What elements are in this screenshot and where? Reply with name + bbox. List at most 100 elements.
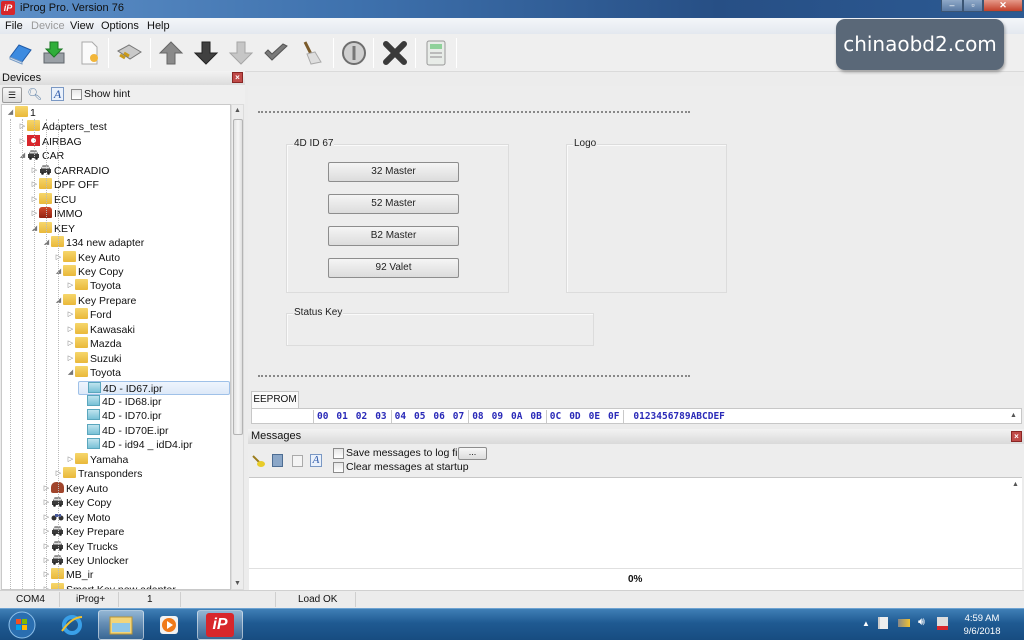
- tree-item[interactable]: ▷ Smart Key new adapter: [42, 582, 176, 589]
- tree-item[interactable]: ◢ Key Copy: [54, 264, 124, 279]
- tree-item[interactable]: ▷ Transponders: [54, 467, 142, 481]
- taskbar-media-player[interactable]: [151, 610, 187, 640]
- menu-options[interactable]: Options: [101, 20, 139, 32]
- action-center-icon[interactable]: [878, 617, 888, 629]
- tree-item[interactable]: ◢ Key Prepare: [54, 293, 136, 308]
- tree-item[interactable]: ▷ Key Unlocker: [42, 554, 129, 568]
- scroll-up-arrow[interactable]: ▲: [1008, 412, 1019, 419]
- network-icon[interactable]: [898, 619, 910, 627]
- scroll-up-arrow[interactable]: ▲: [1010, 481, 1021, 488]
- tree-item[interactable]: ▷ Adapters_test: [18, 120, 107, 134]
- tree-item[interactable]: ▷ Suzuki: [66, 351, 122, 366]
- minimize-button[interactable]: –: [941, 0, 963, 12]
- tree-item[interactable]: ▷ DPF OFF: [30, 178, 99, 192]
- info-button[interactable]: [338, 37, 370, 69]
- expand-icon[interactable]: ▷: [66, 308, 75, 322]
- expand-icon[interactable]: ▷: [66, 337, 75, 351]
- clear-at-startup-checkbox[interactable]: [333, 462, 344, 473]
- expand-icon[interactable]: ▷: [66, 323, 75, 337]
- messages-log[interactable]: ▲: [249, 477, 1022, 568]
- menu-view[interactable]: View: [70, 20, 94, 32]
- tree-item[interactable]: 4D - ID70E.ipr: [78, 423, 169, 438]
- button-32-master[interactable]: 32 Master: [328, 162, 459, 182]
- copy-messages-button[interactable]: [292, 455, 303, 467]
- menu-device[interactable]: Device: [31, 20, 65, 32]
- tree-item[interactable]: ▷ Key Prepare: [42, 525, 125, 539]
- tree-item[interactable]: ▷ Key Auto: [54, 250, 120, 265]
- collapse-icon[interactable]: ◢: [6, 106, 15, 120]
- messages-close-button[interactable]: ×: [1011, 431, 1022, 442]
- tree-item[interactable]: ◢ Toyota: [66, 366, 121, 380]
- device-status-icon[interactable]: [937, 617, 948, 630]
- save-to-log-checkbox[interactable]: [333, 448, 344, 459]
- tree-item[interactable]: ▷ Yamaha: [66, 452, 128, 467]
- read-button[interactable]: [190, 37, 222, 69]
- maximize-button[interactable]: ▫: [963, 0, 983, 12]
- tree-view-button[interactable]: ☰: [2, 87, 22, 103]
- taskbar-file-explorer[interactable]: [98, 610, 144, 640]
- scroll-up-arrow[interactable]: ▲: [232, 107, 243, 114]
- font-button[interactable]: A: [310, 454, 322, 467]
- verify-button[interactable]: [260, 37, 292, 69]
- menu-file[interactable]: File: [5, 20, 23, 32]
- tree-item[interactable]: ▷ Key Copy: [42, 496, 112, 510]
- clock[interactable]: 4:59 AM 9/6/2018: [958, 612, 1006, 638]
- expand-icon[interactable]: ▷: [66, 453, 75, 467]
- button-b2-master[interactable]: B2 Master: [328, 226, 459, 246]
- read-disabled-button[interactable]: [225, 37, 257, 69]
- erase-button[interactable]: [295, 37, 327, 69]
- tree-item[interactable]: ▷ Key Trucks: [42, 540, 118, 554]
- collapse-icon[interactable]: ◢: [66, 366, 75, 380]
- open-button[interactable]: [4, 37, 36, 69]
- button-52-master[interactable]: 52 Master: [328, 194, 459, 214]
- volume-icon[interactable]: 🔊︎: [918, 616, 925, 629]
- tree-item[interactable]: ▷ Key Auto: [42, 481, 108, 496]
- taskbar-internet-explorer[interactable]: [54, 610, 90, 640]
- button-92-valet[interactable]: 92 Valet: [328, 258, 459, 278]
- save-messages-button[interactable]: [272, 454, 283, 467]
- font-button[interactable]: A: [51, 87, 64, 101]
- expand-icon[interactable]: ▷: [66, 279, 75, 293]
- calculator-button[interactable]: [420, 37, 452, 69]
- tree-item[interactable]: ▷ AIRBAG: [18, 134, 82, 149]
- save-button[interactable]: [38, 37, 70, 69]
- show-hidden-icons-button[interactable]: ▲: [862, 619, 870, 628]
- devices-close-button[interactable]: ×: [232, 72, 243, 83]
- taskbar-iprog[interactable]: iP: [197, 610, 243, 640]
- tree-item[interactable]: ▷ Toyota: [66, 279, 121, 293]
- arrow-up-icon: [158, 41, 184, 65]
- tree-item[interactable]: 4D - id94 _ idD4.ipr: [78, 438, 192, 452]
- expand-icon[interactable]: ▷: [66, 352, 75, 366]
- tree-item[interactable]: ▷ MB_ir: [42, 568, 93, 582]
- tree-item[interactable]: ◢ 1: [6, 106, 36, 120]
- tree-item[interactable]: ▷ Key Moto: [42, 511, 111, 525]
- tab-eeprom[interactable]: EEPROM: [251, 391, 299, 408]
- tree-item[interactable]: ▷ ECU: [30, 192, 76, 207]
- scroll-down-arrow[interactable]: ▼: [232, 580, 243, 587]
- close-button[interactable]: ✕: [983, 0, 1023, 12]
- toolbar-separator: [415, 38, 416, 68]
- device-tree[interactable]: ◢ 1 ▷ Adapters_test ▷ AIRBAG ◢ CAR ▷ CARRADIO ▷ DPF…: [1, 104, 231, 590]
- arrow-down-light-icon: [228, 41, 254, 65]
- tree-item[interactable]: ◢ KEY: [30, 221, 75, 236]
- tree-item[interactable]: ▷ Mazda: [66, 337, 122, 351]
- clear-messages-button[interactable]: [252, 454, 266, 471]
- menu-help[interactable]: Help: [147, 20, 170, 32]
- tree-item[interactable]: 4D - ID67.ipr: [78, 380, 230, 395]
- device-button[interactable]: [113, 37, 145, 69]
- tree-item[interactable]: ▷ IMMO: [30, 207, 83, 221]
- write-button[interactable]: [155, 37, 187, 69]
- tree-item[interactable]: ▷ Kawasaki: [66, 322, 135, 337]
- tree-item[interactable]: 4D - ID70.ipr: [78, 409, 162, 423]
- tree-item[interactable]: ▷ Ford: [66, 308, 112, 322]
- search-button[interactable]: 🔍︎: [27, 87, 42, 101]
- browse-log-button[interactable]: ...: [458, 447, 487, 460]
- show-hint-checkbox[interactable]: [71, 89, 82, 100]
- stop-button[interactable]: [379, 37, 411, 69]
- tree-item[interactable]: ▷ CARRADIO: [30, 164, 110, 178]
- new-button[interactable]: [73, 37, 105, 69]
- tree-scrollbar[interactable]: ▲ ▼: [231, 104, 244, 590]
- tree-item[interactable]: 4D - ID68.ipr: [78, 395, 162, 409]
- start-button[interactable]: [4, 610, 40, 640]
- scrollbar-thumb[interactable]: [233, 119, 243, 435]
